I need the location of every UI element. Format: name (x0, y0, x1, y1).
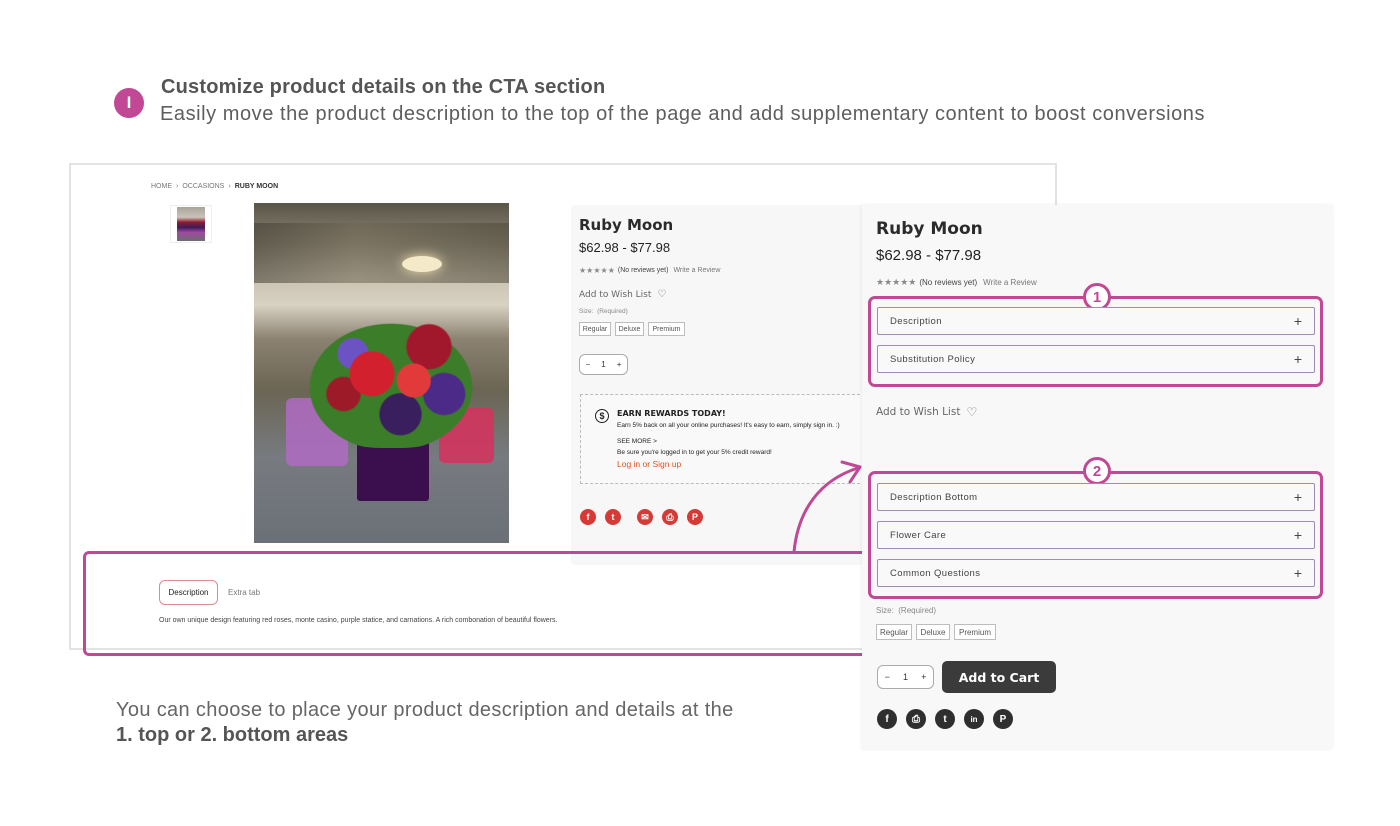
product-thumbnail[interactable] (170, 205, 212, 243)
right-rating-row: ★★★★★ (No reviews yet) Write a Review (876, 277, 1037, 288)
login-signup-link[interactable]: Log in or Sign up (617, 459, 681, 469)
product-title: Ruby Moon (579, 216, 674, 234)
rating-stars-icon: ★★★★★ (579, 266, 615, 275)
qty-input[interactable]: 1 (903, 672, 908, 682)
step-badge: I (114, 88, 144, 118)
plus-icon: + (1293, 527, 1302, 543)
breadcrumb-occasions[interactable]: OCCASIONS (182, 183, 224, 190)
wish-list-label: Add to Wish List (579, 289, 652, 300)
plus-icon: + (1293, 313, 1302, 329)
reviews-count: (No reviews yet) (617, 267, 669, 274)
rewards-note: Be sure you're logged in to get your 5% … (617, 449, 772, 456)
print-icon[interactable]: ⎙ (906, 709, 926, 729)
pinterest-icon[interactable]: P (687, 509, 703, 525)
quantity-stepper: − 1 + (579, 354, 628, 375)
right-product-title: Ruby Moon (876, 219, 983, 239)
heart-icon: ♡ (966, 405, 978, 419)
thumbnail-image (177, 207, 205, 241)
plus-icon: + (1293, 565, 1302, 581)
bottom-area-highlight (83, 551, 873, 656)
heading-subtitle: Easily move the product description to t… (160, 103, 1206, 125)
footer-note: You can choose to place your product des… (116, 698, 734, 748)
right-share-icons: f ⎙ t in P (877, 709, 1022, 729)
facebook-icon[interactable]: f (877, 709, 897, 729)
see-more-link[interactable]: SEE MORE > (617, 438, 657, 445)
facebook-icon[interactable]: f (580, 509, 596, 525)
right-size-options: Regular Deluxe Premium (876, 624, 996, 640)
qty-input[interactable]: 1 (601, 360, 605, 369)
accordion-description-bottom[interactable]: Description Bottom + (877, 483, 1315, 511)
size-option-premium[interactable]: Premium (648, 322, 685, 336)
plus-icon: + (1293, 489, 1302, 505)
heading-title: Customize product details on the CTA sec… (161, 76, 606, 98)
size-option-premium[interactable]: Premium (954, 624, 996, 640)
breadcrumb-current: RUBY MOON (234, 183, 279, 190)
plus-icon: + (1293, 351, 1302, 367)
breadcrumb-home[interactable]: HOME (151, 183, 172, 190)
write-review-link[interactable]: Write a Review (983, 278, 1037, 287)
size-option-deluxe[interactable]: Deluxe (615, 322, 644, 336)
rating-row: ★★★★★ (No reviews yet) Write a Review (579, 266, 720, 275)
write-review-link[interactable]: Write a Review (673, 267, 720, 274)
reviews-count: (No reviews yet) (919, 278, 978, 287)
size-label: Size: (Required) (579, 308, 628, 315)
add-to-cart-button[interactable]: Add to Cart (942, 661, 1056, 693)
size-option-regular[interactable]: Regular (579, 322, 611, 336)
breadcrumb-separator-icon: › (176, 183, 179, 190)
footer-line-2: 1. top or 2. bottom areas (116, 724, 349, 746)
rating-stars-icon: ★★★★★ (876, 277, 917, 287)
product-image (254, 203, 509, 543)
accordion-description[interactable]: Description + (877, 307, 1315, 335)
pinterest-icon[interactable]: P (993, 709, 1013, 729)
accordion-substitution-policy[interactable]: Substitution Policy + (877, 345, 1315, 373)
right-size-label: Size: (Required) (876, 606, 937, 615)
wish-list-link[interactable]: Add to Wish List ♡ (579, 289, 666, 300)
linkedin-icon[interactable]: in (964, 709, 984, 729)
qty-decrease-button[interactable]: − (586, 360, 591, 369)
right-quantity-stepper: − 1 + (877, 665, 934, 689)
breadcrumb: HOME › OCCASIONS › RUBY MOON (151, 183, 278, 190)
bottom-area-badge: 2 (1083, 457, 1111, 485)
footer-line-1: You can choose to place your product des… (116, 699, 734, 721)
rewards-title: EARN REWARDS TODAY! (617, 409, 726, 418)
email-icon[interactable]: ✉ (637, 509, 653, 525)
dollar-icon: $ (595, 409, 609, 423)
product-price: $62.98 - $77.98 (579, 240, 671, 255)
accordion-flower-care[interactable]: Flower Care + (877, 521, 1315, 549)
size-option-deluxe[interactable]: Deluxe (916, 624, 950, 640)
right-wish-list-link[interactable]: Add to Wish List ♡ (876, 405, 977, 419)
heart-icon: ♡ (657, 289, 667, 300)
wish-list-label: Add to Wish List (876, 406, 961, 418)
size-options: Regular Deluxe Premium (579, 322, 685, 336)
qty-decrease-button[interactable]: − (885, 672, 890, 682)
print-icon[interactable]: ⎙ (662, 509, 678, 525)
breadcrumb-separator-icon: › (228, 183, 231, 190)
qty-increase-button[interactable]: + (921, 672, 926, 682)
size-option-regular[interactable]: Regular (876, 624, 912, 640)
share-icons: f t ✉ ⎙ P (580, 509, 712, 525)
qty-increase-button[interactable]: + (617, 360, 622, 369)
accordion-common-questions[interactable]: Common Questions + (877, 559, 1315, 587)
right-product-price: $62.98 - $77.98 (876, 247, 982, 264)
twitter-icon[interactable]: t (935, 709, 955, 729)
twitter-icon[interactable]: t (605, 509, 621, 525)
rewards-text: Earn 5% back on all your online purchase… (617, 422, 840, 429)
